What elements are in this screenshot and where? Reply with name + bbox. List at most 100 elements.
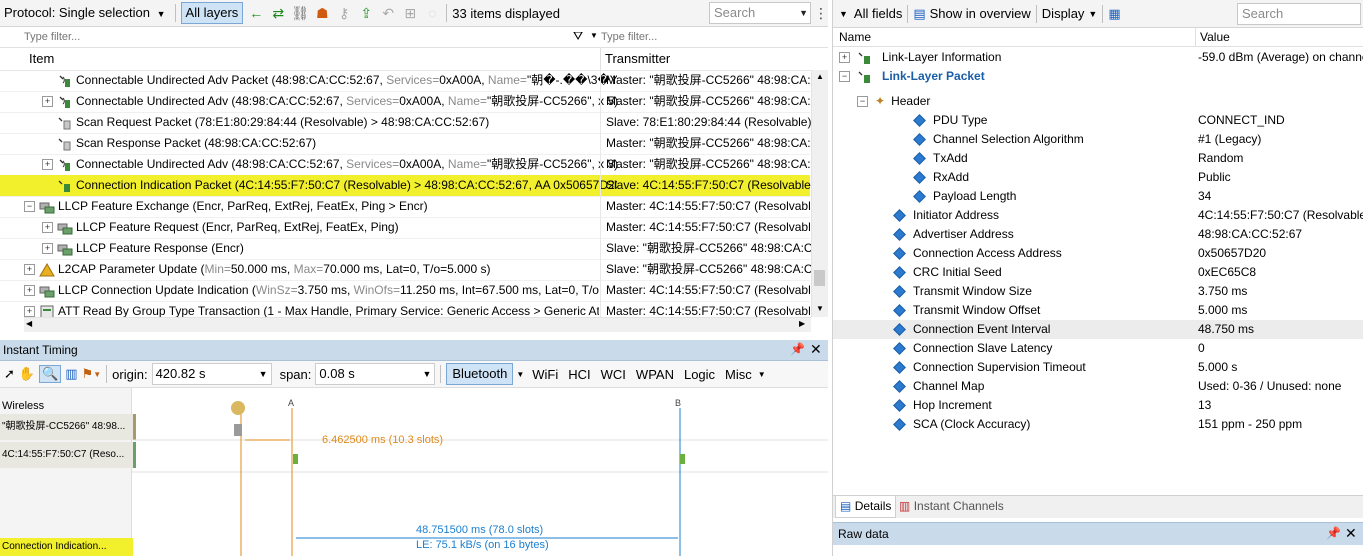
close-icon[interactable]: ✕ (1345, 525, 1357, 542)
chevron-down-icon[interactable]: ▼ (422, 364, 431, 384)
tab-details[interactable]: ▤ Details (835, 496, 897, 518)
tab-instant-channels[interactable]: ▥ Instant Channels (895, 496, 1008, 517)
expand-toggle-icon[interactable]: + (24, 285, 35, 297)
chevron-down-icon[interactable]: ▼ (516, 370, 524, 379)
table-row[interactable]: + LLCP Feature Response (Encr) Slave: "朝歌投… (0, 238, 816, 260)
columns-icon[interactable]: ▥ (65, 366, 77, 382)
detail-row[interactable]: RxAdd Public (833, 168, 1363, 187)
table-row[interactable]: + Connectable Undirected Adv (48:98:CA:CC… (0, 91, 816, 113)
vertical-scrollbar[interactable]: ▲ ▼ (811, 70, 828, 317)
table-row[interactable]: Connection Indication Packet (4C:14:55:F… (0, 175, 815, 197)
detail-row[interactable]: CRC Initial Seed 0xEC65C8 (833, 263, 1363, 282)
detail-row[interactable]: SCA (Clock Accuracy) 151 ppm - 250 ppm (833, 415, 1363, 434)
details-search-input[interactable]: Search (1237, 2, 1361, 25)
timing-area[interactable]: Wireless "朝歌投屏-CC5266" 48:98... 4C:14:55… (0, 388, 828, 556)
undo-icon[interactable]: ↶ (379, 4, 397, 22)
detail-row[interactable]: Payload Length 34 (833, 187, 1363, 206)
chevron-down-icon[interactable]: ▼ (590, 31, 598, 40)
table-row[interactable]: Scan Request Packet (78:E1:80:29:84:44 (… (0, 112, 811, 134)
expand-toggle-icon[interactable]: − (857, 96, 868, 107)
expand-toggle-icon[interactable]: + (42, 96, 53, 108)
detail-row[interactable]: Connection Slave Latency 0 (833, 339, 1363, 358)
export-icon[interactable]: ▦ (1108, 6, 1120, 22)
zoom-icon[interactable]: 🔍 (39, 365, 62, 383)
chevron-down-icon[interactable]: ▼ (839, 9, 848, 19)
clock-icon[interactable]: ◌ (423, 4, 441, 22)
protocol-selector[interactable]: Protocol: Single selection ▼ (0, 2, 170, 24)
detail-row[interactable]: Advertiser Address 48:98:CA:CC:52:67 (833, 225, 1363, 244)
tab-wci[interactable]: WCI (601, 367, 626, 382)
show-overview-button[interactable]: Show in overview (930, 6, 1031, 21)
tab-logic[interactable]: Logic (684, 367, 715, 382)
all-fields-button[interactable]: All fields (854, 6, 902, 21)
bug-icon[interactable]: ☗ (313, 4, 331, 22)
close-icon[interactable]: ✕ (810, 341, 822, 358)
hand-icon[interactable]: ✋ (19, 366, 35, 382)
detail-row[interactable]: Transmit Window Size 3.750 ms (833, 282, 1363, 301)
column-item[interactable]: Item (29, 51, 54, 66)
detail-row[interactable]: Connection Event Interval 48.750 ms (833, 320, 1363, 339)
search-input[interactable]: Search ▼ (709, 2, 811, 24)
detail-row[interactable]: Transmit Window Offset 5.000 ms (833, 301, 1363, 320)
scroll-thumb[interactable] (814, 270, 825, 286)
table-row[interactable]: Scan Response Packet (48:98:CA:CC:52:67)… (0, 133, 816, 155)
link-icon[interactable]: ⛓ (291, 4, 309, 22)
transmitter-filter-input[interactable]: Type filter... (601, 29, 801, 45)
detail-row[interactable]: − Link-Layer Packet (833, 67, 1363, 86)
chevron-down-icon[interactable]: ▼ (259, 364, 268, 384)
detail-row[interactable]: − ✦ Header (833, 92, 1363, 111)
tab-misc[interactable]: Misc (725, 367, 752, 382)
table-row[interactable]: + ATT Read By Group Type Transaction (1 -… (0, 301, 816, 318)
tab-hci[interactable]: HCI (568, 367, 590, 382)
horizontal-scrollbar[interactable]: ◀ ▶ (24, 317, 811, 332)
detail-row[interactable]: Hop Increment 13 (833, 396, 1363, 415)
funnel-icon[interactable]: ⛛ (573, 29, 583, 44)
expand-toggle-icon[interactable]: − (839, 71, 850, 82)
detail-row[interactable]: Channel Selection Algorithm #1 (Legacy) (833, 130, 1363, 149)
tab-bluetooth[interactable]: Bluetooth (446, 363, 514, 385)
table-row[interactable]: − LLCP Feature Exchange (Encr, ParReq, Ex… (0, 196, 816, 218)
export-icon[interactable]: ⇪ (357, 4, 375, 22)
detail-row[interactable]: + Link-Layer Information -59.0 dBm (Averag… (833, 48, 1363, 67)
tab-wifi[interactable]: WiFi (532, 367, 558, 382)
pin-icon[interactable]: 📌 (790, 342, 805, 356)
table-row[interactable]: Connectable Undirected Adv Packet (48:98… (0, 70, 816, 92)
column-transmitter[interactable]: Transmitter (605, 51, 670, 66)
origin-field[interactable]: 420.82 s ▼ (151, 363, 272, 385)
expand-toggle-icon[interactable]: + (839, 52, 850, 63)
detail-row[interactable]: TxAdd Random (833, 149, 1363, 168)
chevron-down-icon[interactable]: ▼ (799, 3, 808, 23)
table-row[interactable]: + LLCP Feature Request (Encr, ParReq, Ext… (0, 217, 816, 239)
span-field[interactable]: 0.08 s ▼ (315, 363, 436, 385)
key-icon[interactable]: ⚷ (335, 4, 353, 22)
marker-icon[interactable]: ⚑ ▼ (82, 366, 102, 382)
swap-arrows-icon[interactable]: ⇄ (269, 4, 287, 22)
pin-icon[interactable]: 📌 (1326, 526, 1341, 540)
expand-toggle-icon[interactable]: + (42, 222, 53, 234)
display-menu[interactable]: Display (1042, 6, 1085, 21)
scroll-left-icon[interactable]: ◀ (26, 319, 32, 328)
column-value[interactable]: Value (1200, 30, 1230, 44)
detail-row[interactable]: PDU Type CONNECT_IND (833, 111, 1363, 130)
tab-wpan[interactable]: WPAN (636, 367, 674, 382)
detail-row[interactable]: Initiator Address 4C:14:55:F7:50:C7 (Reso… (833, 206, 1363, 225)
detail-row[interactable]: Connection Access Address 0x50657D20 (833, 244, 1363, 263)
scroll-up-icon[interactable]: ▲ (816, 72, 824, 81)
expand-toggle-icon[interactable]: − (24, 201, 35, 213)
all-layers-button[interactable]: All layers (180, 2, 244, 24)
overflow-icon[interactable]: ⋮ (814, 5, 828, 22)
expand-toggle-icon[interactable]: + (42, 159, 53, 171)
scroll-down-icon[interactable]: ▼ (816, 304, 824, 313)
table-row[interactable]: + Connectable Undirected Adv (48:98:CA:CC… (0, 154, 816, 176)
chevron-down-icon[interactable]: ▼ (1088, 9, 1097, 19)
expand-toggle-icon[interactable]: + (24, 264, 35, 276)
expand-toggle-icon[interactable]: + (42, 243, 53, 255)
back-arrow-icon[interactable]: ← (247, 4, 265, 22)
scroll-right-icon[interactable]: ▶ (799, 319, 805, 328)
detail-row[interactable]: Channel Map Used: 0-36 / Unused: none (833, 377, 1363, 396)
column-name[interactable]: Name (839, 30, 871, 44)
expand-toggle-icon[interactable]: + (24, 306, 35, 318)
network-icon[interactable]: ⊞ (401, 4, 419, 22)
table-row[interactable]: + LLCP Connection Update Indication (WinS… (0, 280, 816, 302)
chevron-down-icon[interactable]: ▼ (758, 370, 766, 379)
